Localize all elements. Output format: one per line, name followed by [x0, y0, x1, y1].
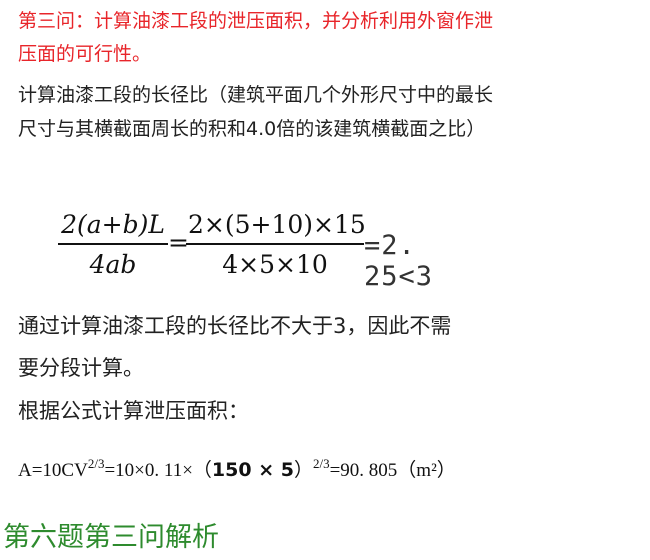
question-title-line-2: 压面的可行性。	[18, 43, 152, 65]
conclusion-line-2: 要分段计算。	[18, 356, 144, 380]
area-formula-middle: =10×0. 11×（	[104, 460, 212, 481]
fraction-symbolic-numerator: 2(a+b)L	[58, 210, 168, 245]
relief-area-formula: A=10CV2/3=10×0. 11×（150 × 5）2/3=90. 805（…	[18, 455, 456, 482]
conclusion-line-1: 通过计算油漆工段的长径比不大于3，因此不需	[18, 314, 452, 338]
area-formula-suffix: =90. 805（m²）	[329, 460, 456, 481]
area-formula-exponent-2: 2/3	[312, 456, 330, 471]
area-formula-exponent-1: 2/3	[87, 456, 105, 471]
area-formula-close: ）	[293, 460, 313, 481]
formula-result: =2. 25<3	[364, 230, 434, 292]
question-title-line-1: 第三问：计算油漆工段的泄压面积，并分析利用外窗作泄	[18, 10, 494, 32]
definition-line-2: 尺寸与其横截面周长的积和4.0倍的该建筑横截面之比）	[18, 118, 486, 140]
definition-line-1: 计算油漆工段的长径比（建筑平面几个外形尺寸中的最长	[18, 84, 494, 106]
fraction-numeric: 2×(5+10)×15 4×5×10	[186, 210, 366, 280]
fraction-symbolic: 2(a+b)L 4ab	[58, 210, 168, 280]
area-formula-prefix: A=10CV	[18, 460, 88, 481]
fraction-symbolic-denominator: 4ab	[89, 250, 137, 279]
fraction-numeric-denominator: 4×5×10	[222, 250, 328, 279]
fraction-numeric-numerator: 2×(5+10)×15	[186, 210, 366, 245]
area-formula-inner: 150 × 5	[211, 459, 294, 481]
footer-caption: 第六题第三问解析	[3, 522, 219, 553]
conclusion-line-3: 根据公式计算泄压面积：	[18, 399, 249, 423]
